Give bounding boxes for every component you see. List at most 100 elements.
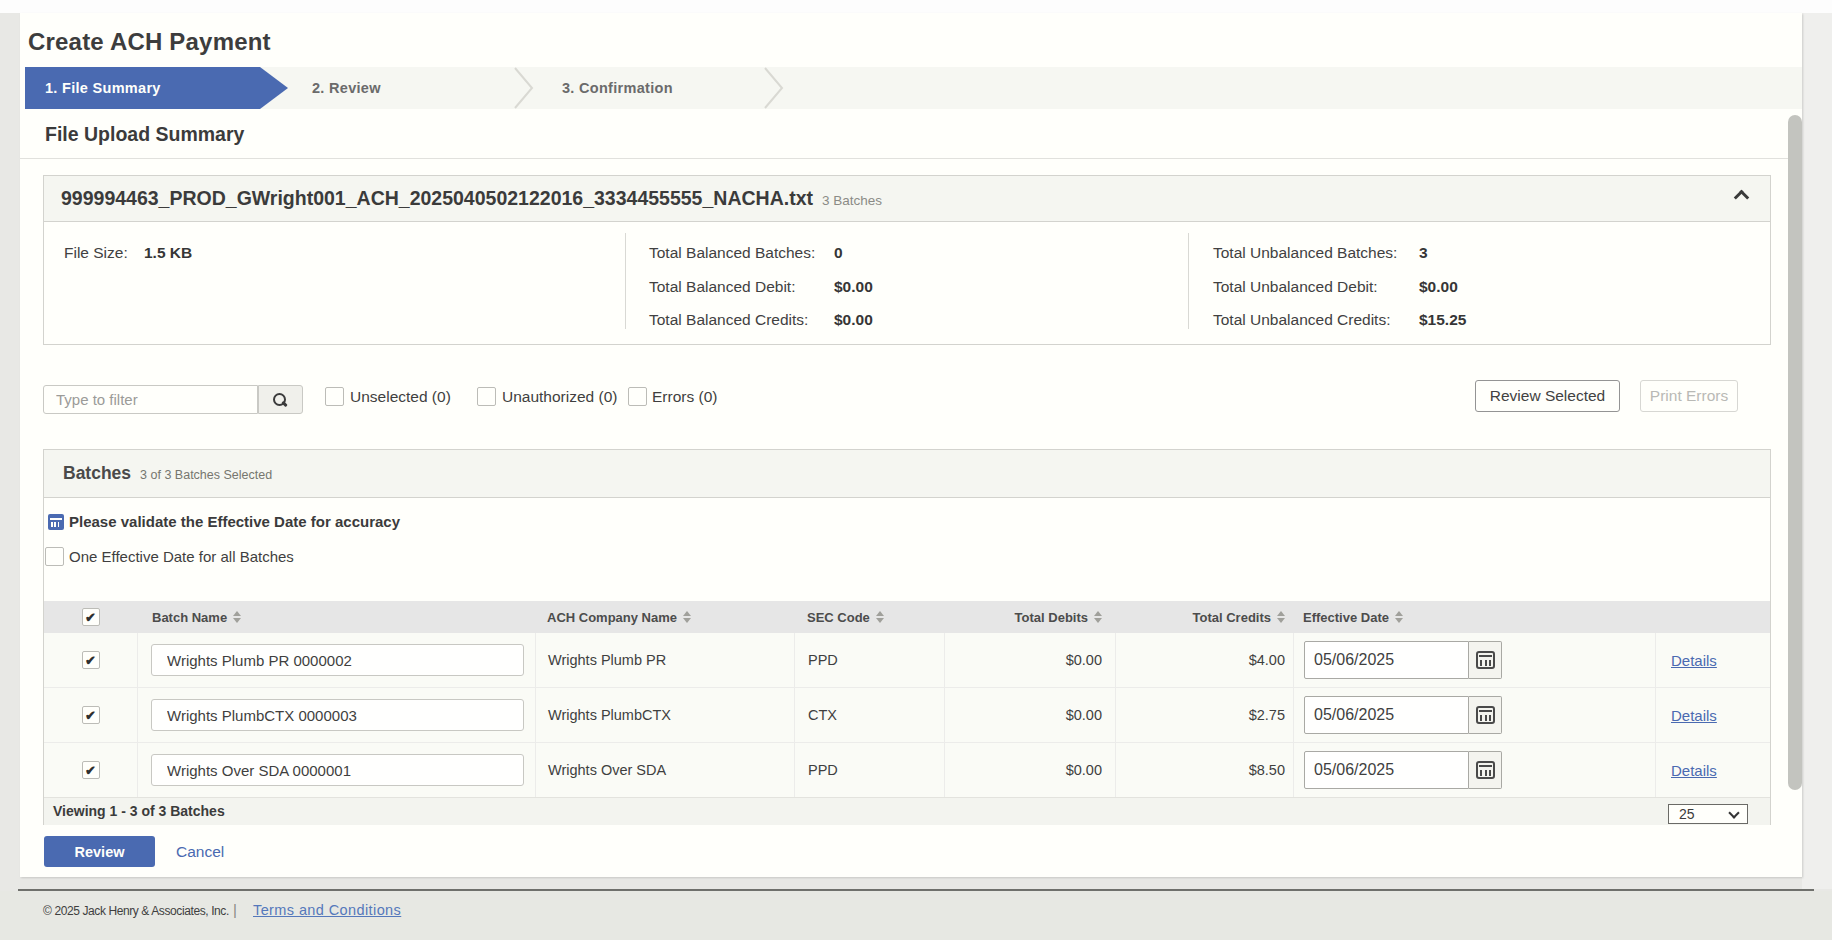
row-checkbox[interactable] xyxy=(82,761,100,779)
right-margin xyxy=(1802,13,1832,889)
file-name-text: 999994463_PROD_GWright001_ACH_2025040502… xyxy=(61,187,813,209)
date-picker-button[interactable] xyxy=(1469,696,1502,734)
column-header-debits[interactable]: Total Debits xyxy=(1015,610,1102,625)
balanced-debit-value: $0.00 xyxy=(834,278,873,296)
row-checkbox[interactable] xyxy=(82,706,100,724)
unbalanced-batches-value: 3 xyxy=(1419,244,1428,262)
errors-checkbox[interactable] xyxy=(628,387,647,406)
date-picker-button[interactable] xyxy=(1469,641,1502,679)
credits-cell: $4.00 xyxy=(1115,633,1293,687)
sec-cell: PPD xyxy=(794,633,944,687)
review-selected-button[interactable]: Review Selected xyxy=(1475,380,1620,412)
company-cell: Wrights Plumb PR xyxy=(535,633,794,687)
wizard-step2-label: 2. Review xyxy=(312,67,381,109)
section-divider xyxy=(20,158,1802,159)
section-title: File Upload Summary xyxy=(45,123,244,146)
wizard-chevron-icon xyxy=(763,67,785,109)
column-header-batch-name[interactable]: Batch Name xyxy=(152,610,241,625)
review-button[interactable]: Review xyxy=(44,836,155,867)
sort-icon xyxy=(1395,611,1403,623)
print-errors-button[interactable]: Print Errors xyxy=(1640,380,1738,412)
unauthorized-checkbox[interactable] xyxy=(477,387,496,406)
balanced-credits-label: Total Balanced Credits: xyxy=(649,311,808,329)
column-header-credits[interactable]: Total Credits xyxy=(1193,610,1286,625)
batches-subtitle: 3 of 3 Batches Selected xyxy=(140,468,272,482)
calendar-icon xyxy=(1476,761,1495,779)
sort-icon xyxy=(1277,611,1285,623)
select-all-checkbox[interactable] xyxy=(82,608,100,626)
errors-label: Errors (0) xyxy=(652,387,717,407)
batch-row: Wrights Plumb PR PPD $0.00 $4.00 Details xyxy=(44,633,1770,688)
unselected-checkbox[interactable] xyxy=(325,387,344,406)
wizard-chevron-icon xyxy=(513,67,535,109)
details-link[interactable]: Details xyxy=(1671,762,1717,779)
cancel-link[interactable]: Cancel xyxy=(176,843,224,861)
batch-name-input[interactable] xyxy=(151,699,524,731)
calendar-icon xyxy=(1476,706,1495,724)
company-cell: Wrights Over SDA xyxy=(535,743,794,797)
calendar-icon xyxy=(1476,651,1495,669)
balanced-batches-value: 0 xyxy=(834,244,843,262)
search-button[interactable] xyxy=(258,385,303,414)
batches-title-text: Batches xyxy=(63,463,131,483)
top-strip xyxy=(0,0,1832,13)
search-icon xyxy=(273,393,286,406)
effective-date-input[interactable] xyxy=(1304,751,1469,789)
footer: © 2025 Jack Henry & Associates, Inc. | T… xyxy=(0,891,1832,940)
file-batches-count: 3 Batches xyxy=(822,193,882,208)
file-size-value: 1.5 KB xyxy=(144,244,192,262)
wizard-step1-label: 1. File Summary xyxy=(45,67,161,109)
sec-cell: CTX xyxy=(794,688,944,742)
file-summary-panel: 999994463_PROD_GWright001_ACH_2025040502… xyxy=(43,175,1771,345)
sec-cell: PPD xyxy=(794,743,944,797)
validate-message: Please validate the Effective Date for a… xyxy=(69,513,400,530)
panel-separator xyxy=(1188,233,1189,329)
sort-icon xyxy=(876,611,884,623)
unbalanced-debit-label: Total Unbalanced Debit: xyxy=(1213,278,1378,296)
sort-icon xyxy=(233,611,241,623)
company-cell: Wrights PlumbCTX xyxy=(535,688,794,742)
viewing-text: Viewing 1 - 3 of 3 Batches xyxy=(53,803,225,819)
details-link[interactable]: Details xyxy=(1671,652,1717,669)
effective-date-input[interactable] xyxy=(1304,641,1469,679)
sort-icon xyxy=(683,611,691,623)
terms-link[interactable]: Terms and Conditions xyxy=(253,902,401,918)
credits-cell: $8.50 xyxy=(1115,743,1293,797)
debits-cell: $0.00 xyxy=(944,743,1115,797)
file-panel-header[interactable]: 999994463_PROD_GWright001_ACH_2025040502… xyxy=(44,176,1770,222)
sort-icon xyxy=(1094,611,1102,623)
footer-copyright: © 2025 Jack Henry & Associates, Inc. xyxy=(43,904,229,918)
table-footer: Viewing 1 - 3 of 3 Batches 25 xyxy=(44,797,1770,825)
column-header-date[interactable]: Effective Date xyxy=(1303,610,1403,625)
footer-separator: | xyxy=(233,901,237,918)
calendar-icon xyxy=(48,514,64,530)
batch-name-input[interactable] xyxy=(151,644,524,676)
batches-panel-header: Batches 3 of 3 Batches Selected xyxy=(44,450,1770,498)
filter-input[interactable] xyxy=(43,385,258,414)
batches-title: Batches 3 of 3 Batches Selected xyxy=(63,463,272,484)
collapse-chevron-icon[interactable] xyxy=(1734,190,1750,206)
details-link[interactable]: Details xyxy=(1671,707,1717,724)
effective-date-input[interactable] xyxy=(1304,696,1469,734)
date-picker-button[interactable] xyxy=(1469,751,1502,789)
column-header-company[interactable]: ACH Company Name xyxy=(547,610,691,625)
scrollbar-thumb[interactable] xyxy=(1788,115,1802,790)
file-name: 999994463_PROD_GWright001_ACH_2025040502… xyxy=(61,187,882,210)
row-checkbox[interactable] xyxy=(82,651,100,669)
one-date-checkbox[interactable] xyxy=(45,547,64,566)
credits-cell: $2.75 xyxy=(1115,688,1293,742)
wizard-step3-label: 3. Confirmation xyxy=(562,67,673,109)
wizard-bar: 1. File Summary 2. Review 3. Confirmatio… xyxy=(25,67,1802,109)
panel-separator xyxy=(625,233,626,329)
column-header-sec[interactable]: SEC Code xyxy=(807,610,884,625)
balanced-debit-label: Total Balanced Debit: xyxy=(649,278,795,296)
balanced-credits-value: $0.00 xyxy=(834,311,873,329)
batch-row: Wrights Over SDA PPD $0.00 $8.50 Details xyxy=(44,743,1770,798)
unauthorized-label: Unauthorized (0) xyxy=(502,387,617,407)
batch-name-input[interactable] xyxy=(151,754,524,786)
unbalanced-credits-label: Total Unbalanced Credits: xyxy=(1213,311,1391,329)
unbalanced-batches-label: Total Unbalanced Batches: xyxy=(1213,244,1397,262)
unbalanced-debit-value: $0.00 xyxy=(1419,278,1458,296)
unbalanced-credits-value: $15.25 xyxy=(1419,311,1466,329)
file-size-label: File Size: xyxy=(64,244,128,262)
